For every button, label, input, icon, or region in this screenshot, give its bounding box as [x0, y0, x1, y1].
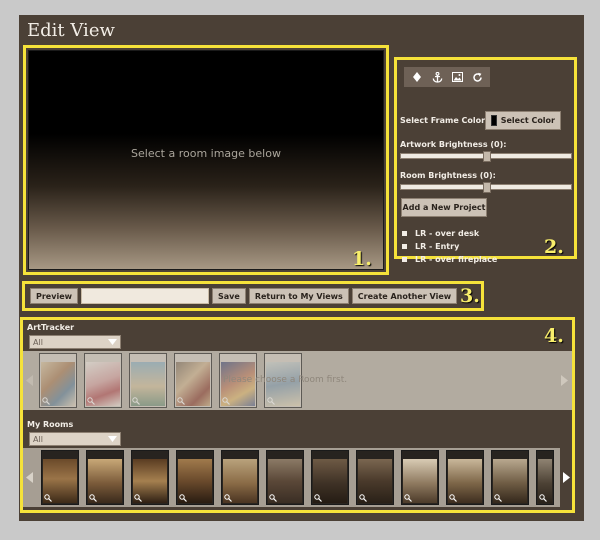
magnifier-icon[interactable]	[269, 494, 277, 502]
arrow-right-icon[interactable]	[560, 448, 572, 507]
create-another-view-button[interactable]: Create Another View	[351, 288, 458, 304]
arrow-right-icon[interactable]	[558, 351, 570, 410]
room-thumbnail[interactable]	[131, 450, 169, 505]
arttracker-overlay-message: Please choose a Room first.	[223, 375, 348, 385]
my-rooms-title: My Rooms	[27, 420, 74, 429]
room-item[interactable]: LR - Entry	[402, 240, 497, 253]
magnifier-icon[interactable]	[134, 494, 142, 502]
room-thumbnail[interactable]	[86, 450, 124, 505]
chevron-down-icon	[104, 433, 120, 445]
magnifier-icon[interactable]	[449, 494, 457, 502]
room-thumbnail[interactable]	[401, 450, 439, 505]
room-thumbnail[interactable]	[221, 450, 259, 505]
room-thumbnail[interactable]	[491, 450, 529, 505]
room-thumbnail[interactable]	[356, 450, 394, 505]
bullet-icon	[402, 244, 407, 249]
arttracker-title: ArtTracker	[27, 323, 75, 332]
artwork-brightness-handle[interactable]	[483, 151, 491, 162]
anchor-icon[interactable]	[429, 69, 445, 85]
arrow-left-icon[interactable]	[23, 448, 35, 507]
magnifier-icon[interactable]	[494, 494, 502, 502]
frame-color-label: Select Frame Color:	[400, 116, 489, 125]
bullet-icon	[402, 231, 407, 236]
room-item[interactable]: LR - over fireplace	[402, 253, 497, 266]
annotation-3: 3.	[460, 285, 480, 307]
room-preview[interactable]: Select a room image below	[28, 50, 384, 270]
frame-color-swatch	[491, 115, 497, 126]
room-thumbnail[interactable]	[41, 450, 79, 505]
magnifier-icon[interactable]	[224, 494, 232, 502]
artwork-brightness-label: Artwork Brightness (0):	[400, 140, 507, 149]
magnifier-icon[interactable]	[44, 494, 52, 502]
room-list: LR - over desk LR - Entry LR - over fire…	[402, 227, 497, 266]
view-controls: Select Frame Color: Select Color Artwork…	[394, 57, 577, 264]
edit-view-panel: Edit View Select a room image below 1. S…	[19, 15, 584, 521]
add-new-project-button[interactable]: Add a New Project	[401, 198, 487, 217]
image-gallery: 4. ArtTracker All Please choose a Room f…	[20, 317, 575, 513]
room-brightness-label: Room Brightness (0):	[400, 171, 496, 180]
preview-button[interactable]: Preview	[30, 288, 79, 304]
annotation-4: 4.	[544, 325, 564, 347]
my-rooms-filter-select[interactable]: All	[29, 432, 121, 446]
room-brightness-slider[interactable]	[400, 182, 572, 193]
view-name-input[interactable]	[81, 288, 210, 304]
arttracker-strip: Please choose a Room first.	[23, 351, 572, 410]
room-item[interactable]: LR - over desk	[402, 227, 497, 240]
room-brightness-handle[interactable]	[483, 182, 491, 193]
chevron-down-icon	[104, 336, 120, 348]
magnifier-icon[interactable]	[359, 494, 367, 502]
action-bar: Preview Save Return to My Views Create A…	[22, 281, 484, 311]
room-thumbnail[interactable]	[536, 450, 554, 505]
page-title: Edit View	[27, 20, 115, 41]
room-thumbnail[interactable]	[266, 450, 304, 505]
magnifier-icon[interactable]	[314, 494, 322, 502]
magnifier-icon[interactable]	[539, 494, 547, 502]
image-icon[interactable]	[449, 69, 465, 85]
refresh-icon[interactable]	[469, 69, 485, 85]
select-color-label: Select Color	[500, 116, 555, 125]
annotation-1: 1.	[352, 248, 372, 270]
room-thumbnail[interactable]	[446, 450, 484, 505]
return-to-my-views-button[interactable]: Return to My Views	[248, 288, 349, 304]
artwork-brightness-slider[interactable]	[400, 151, 572, 162]
magnifier-icon[interactable]	[89, 494, 97, 502]
bullet-icon	[402, 257, 407, 262]
magnifier-icon[interactable]	[179, 494, 187, 502]
save-button[interactable]: Save	[212, 288, 246, 304]
arttracker-filter-select[interactable]: All	[29, 335, 121, 349]
drop-pin-icon[interactable]	[409, 69, 425, 85]
annotation-2: 2.	[544, 236, 564, 258]
preview-region: Select a room image below 1.	[23, 45, 389, 275]
my-rooms-strip	[23, 448, 572, 507]
preview-message: Select a room image below	[131, 147, 281, 160]
room-thumbnail[interactable]	[176, 450, 214, 505]
tool-bar	[404, 67, 490, 87]
room-thumbnail[interactable]	[311, 450, 349, 505]
select-color-button[interactable]: Select Color	[485, 111, 561, 130]
magnifier-icon[interactable]	[404, 494, 412, 502]
